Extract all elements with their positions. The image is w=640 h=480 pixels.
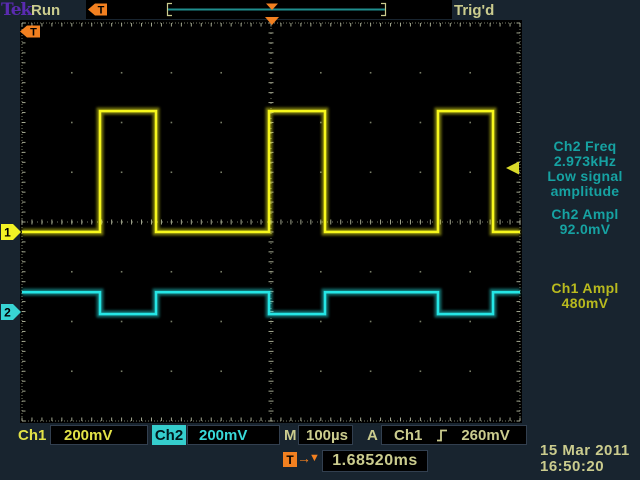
oscilloscope-screen: T T 1 2 Tek Run Trig'd (0, 0, 640, 480)
scope-display: T T 1 2 (0, 0, 640, 480)
ch2-label: Ch2 (155, 427, 183, 444)
triangle-down-icon: ▼ (309, 452, 320, 464)
trigger-source: Ch1 (394, 427, 422, 444)
ch2-scale: 200mV (199, 427, 247, 444)
ch1-ampl-readout: Ch1 Ampl 480mV (531, 281, 639, 311)
trigger-settings-box: Ch1 260mV (381, 425, 527, 445)
ch1-marker-label: 1 (4, 226, 11, 240)
trigger-record-icon: T (88, 4, 107, 17)
tek-logo: Tek (1, 0, 31, 20)
ch2-freq-warning-1: Low signal (531, 169, 639, 184)
date: 15 Mar 2011 (540, 443, 630, 459)
ch2-freq-readout: Ch2 Freq 2.973kHz Low signal amplitude (531, 139, 639, 199)
ch1-ampl-value: 480mV (531, 296, 639, 311)
trigger-level: 260mV (461, 427, 509, 444)
ch1-position-marker: 1 (1, 224, 21, 240)
arrow-left-icon (88, 4, 95, 16)
timebase-scale: 100µs (306, 427, 348, 444)
timebase-box: 100µs (298, 425, 353, 445)
ch1-label: Ch1 (18, 427, 46, 444)
acquisition-status: Run (31, 2, 60, 19)
ch2-ampl-label: Ch2 Ampl (531, 207, 639, 222)
trigger-mode-label: A (367, 427, 378, 444)
ch2-scale-box: 200mV (187, 425, 280, 445)
record-window-bar (168, 4, 386, 16)
ch1-scale-box: 200mV (50, 425, 148, 445)
ch2-freq-label: Ch2 Freq (531, 139, 639, 154)
rising-edge-icon (436, 428, 448, 443)
ch2-freq-value: 2.973kHz (531, 154, 639, 169)
ch1-scale: 200mV (64, 427, 112, 444)
ch2-label-chip: Ch2 (152, 425, 186, 445)
trigger-status: Trig'd (454, 2, 494, 19)
ch2-marker-label: 2 (4, 306, 11, 320)
ch2-ampl-value: 92.0mV (531, 222, 639, 237)
timebase-label: M (284, 427, 297, 444)
datetime: 15 Mar 2011 16:50:20 (540, 443, 630, 475)
time: 16:50:20 (540, 459, 630, 475)
ch2-ampl-readout: Ch2 Ampl 92.0mV (531, 207, 639, 237)
delay-t-icon: T (283, 452, 297, 467)
trigger-t-label: T (98, 5, 105, 17)
delay-readout: 1.68520ms (322, 450, 428, 472)
delay-value: 1.68520ms (332, 452, 417, 470)
ch1-ampl-label: Ch1 Ampl (531, 281, 639, 296)
trigger-t-label: T (30, 27, 37, 39)
ch2-position-marker: 2 (1, 304, 21, 320)
ch2-freq-warning-2: amplitude (531, 184, 639, 199)
